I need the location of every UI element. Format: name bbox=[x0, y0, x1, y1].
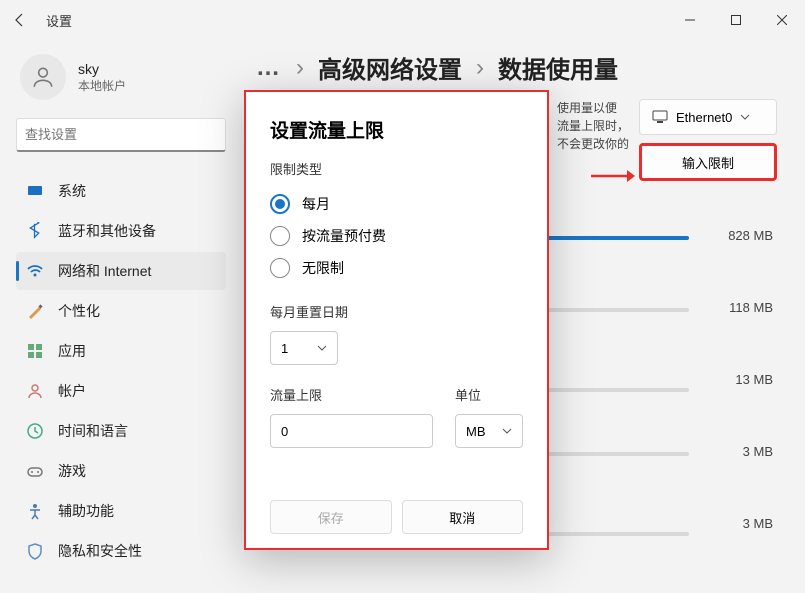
save-button[interactable]: 保存 bbox=[270, 500, 392, 534]
gaming-icon bbox=[26, 462, 44, 480]
unit-label: 单位 bbox=[455, 385, 523, 404]
app-size: 3 MB bbox=[703, 444, 773, 459]
sidebar: sky 本地帐户 系统蓝牙和其他设备网络和 Internet 个性化应用帐户时间和… bbox=[0, 40, 240, 593]
radio-icon bbox=[270, 258, 290, 278]
apps-icon bbox=[26, 342, 44, 360]
chevron-right-icon: › bbox=[296, 54, 304, 82]
breadcrumb-more-icon[interactable]: … bbox=[256, 54, 282, 82]
radio-icon bbox=[270, 226, 290, 246]
limit-type-label: 限制类型 bbox=[270, 159, 523, 178]
app-size: 828 MB bbox=[703, 228, 773, 243]
time-icon bbox=[26, 422, 44, 440]
radio-unlimited[interactable]: 无限制 bbox=[270, 252, 523, 284]
nav-item-gaming[interactable]: 游戏 bbox=[16, 452, 226, 490]
privacy-icon bbox=[26, 542, 44, 560]
nav-item-label: 系统 bbox=[58, 181, 86, 201]
nav-item-wifi[interactable]: 网络和 Internet bbox=[16, 252, 226, 290]
personalize-icon bbox=[26, 302, 44, 320]
nav-item-system[interactable]: 系统 bbox=[16, 172, 226, 210]
account-type: 本地帐户 bbox=[78, 77, 126, 94]
reset-day-dropdown[interactable]: 1 bbox=[270, 331, 338, 365]
nav-item-label: 帐户 bbox=[58, 381, 86, 401]
avatar-icon bbox=[20, 54, 66, 100]
nav-item-bluetooth[interactable]: 蓝牙和其他设备 bbox=[16, 212, 226, 250]
window-controls bbox=[667, 0, 805, 40]
breadcrumb: … › 高级网络设置 › 数据使用量 bbox=[256, 50, 777, 85]
enter-limit-button[interactable]: 输入限制 bbox=[639, 143, 777, 181]
nav-item-label: 网络和 Internet bbox=[58, 261, 151, 281]
account-icon bbox=[26, 382, 44, 400]
adapter-name: Ethernet0 bbox=[676, 110, 732, 125]
chevron-down-icon bbox=[740, 112, 750, 122]
nav-item-account[interactable]: 帐户 bbox=[16, 372, 226, 410]
minimize-button[interactable] bbox=[667, 0, 713, 40]
nav-item-label: 应用 bbox=[58, 341, 86, 361]
back-arrow-icon[interactable] bbox=[12, 12, 28, 28]
app-size: 3 MB bbox=[703, 516, 773, 531]
accessibility-icon bbox=[26, 502, 44, 520]
wifi-icon bbox=[26, 262, 44, 280]
adapter-dropdown[interactable]: Ethernet0 bbox=[639, 99, 777, 135]
bluetooth-icon bbox=[26, 222, 44, 240]
breadcrumb-current: 数据使用量 bbox=[498, 50, 618, 85]
chevron-down-icon bbox=[317, 343, 327, 353]
unit-dropdown[interactable]: MB bbox=[455, 414, 523, 448]
search-input[interactable] bbox=[16, 118, 226, 152]
nav-item-label: 游戏 bbox=[58, 461, 86, 481]
data-limit-dialog: 设置流量上限 限制类型 每月 按流量预付费 无限制 每月重置日期 1 流量上限 … bbox=[244, 90, 549, 550]
app-size: 13 MB bbox=[703, 372, 773, 387]
app-size: 118 MB bbox=[703, 300, 773, 315]
cancel-button[interactable]: 取消 bbox=[402, 500, 524, 534]
data-limit-input[interactable] bbox=[270, 414, 433, 448]
breadcrumb-parent[interactable]: 高级网络设置 bbox=[318, 50, 462, 85]
nav-item-label: 时间和语言 bbox=[58, 421, 128, 441]
chevron-right-icon: › bbox=[476, 54, 484, 82]
nav-item-apps[interactable]: 应用 bbox=[16, 332, 226, 370]
ethernet-icon bbox=[652, 110, 668, 124]
account-name: sky bbox=[78, 61, 126, 77]
hint-text: 使用量以便 流量上限时， 不会更改你的 bbox=[557, 99, 629, 153]
nav-item-label: 蓝牙和其他设备 bbox=[58, 221, 156, 241]
titlebar: 设置 bbox=[0, 0, 805, 40]
nav-item-label: 辅助功能 bbox=[58, 501, 114, 521]
nav-item-accessibility[interactable]: 辅助功能 bbox=[16, 492, 226, 530]
radio-prepaid[interactable]: 按流量预付费 bbox=[270, 220, 523, 252]
radio-monthly[interactable]: 每月 bbox=[270, 188, 523, 220]
maximize-button[interactable] bbox=[713, 0, 759, 40]
limit-type-radio-group: 每月 按流量预付费 无限制 bbox=[270, 188, 523, 284]
system-icon bbox=[26, 182, 44, 200]
window-title: 设置 bbox=[46, 11, 72, 30]
nav-item-label: 个性化 bbox=[58, 301, 100, 321]
dialog-title: 设置流量上限 bbox=[270, 116, 523, 143]
nav-item-time[interactable]: 时间和语言 bbox=[16, 412, 226, 450]
annotation-arrow-icon bbox=[589, 168, 635, 184]
search-field[interactable] bbox=[25, 127, 217, 142]
data-limit-label: 流量上限 bbox=[270, 385, 433, 404]
nav-list: 系统蓝牙和其他设备网络和 Internet 个性化应用帐户时间和语言游戏辅助功能隐… bbox=[16, 172, 240, 570]
radio-icon bbox=[270, 194, 290, 214]
nav-item-privacy[interactable]: 隐私和安全性 bbox=[16, 532, 226, 570]
close-button[interactable] bbox=[759, 0, 805, 40]
nav-item-label: 隐私和安全性 bbox=[58, 541, 142, 561]
chevron-down-icon bbox=[502, 426, 512, 436]
account-block[interactable]: sky 本地帐户 bbox=[16, 48, 240, 114]
nav-item-personalize[interactable]: 个性化 bbox=[16, 292, 226, 330]
reset-day-label: 每月重置日期 bbox=[270, 302, 523, 321]
